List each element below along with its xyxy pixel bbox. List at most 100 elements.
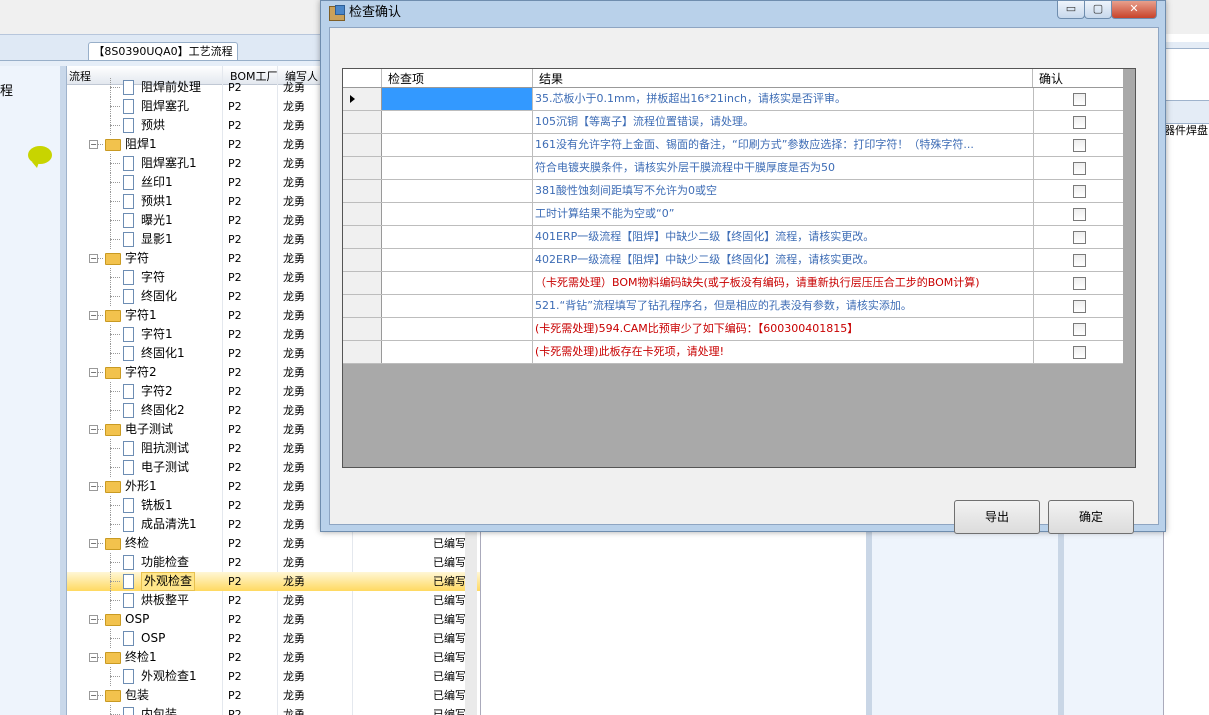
tree-row[interactable]: 外观检查 P2 龙勇 已编写 (67, 572, 481, 591)
result-cell[interactable]: 工时计算结果不能为空或“0” (533, 203, 1034, 225)
result-cell[interactable]: （卡死需处理）BOM物料编码缺失(或子板没有编码，请重新执行层压压合工步的BOM… (533, 272, 1034, 294)
row-header[interactable] (343, 134, 382, 156)
folder-icon (105, 367, 121, 379)
tree-row[interactable]: 功能检查 P2 龙勇 已编写 (67, 553, 481, 572)
result-cell[interactable]: 105沉铜【等离子】流程位置错误，请处理。 (533, 111, 1034, 133)
document-icon (123, 270, 134, 285)
check-item-cell[interactable] (382, 157, 533, 179)
result-cell[interactable]: 521.“背钻”流程填写了钻孔程序名，但是相应的孔表没有参数，请核实添加。 (533, 295, 1034, 317)
export-button[interactable]: 导出 (954, 500, 1040, 534)
confirm-checkbox[interactable] (1073, 93, 1086, 106)
result-cell[interactable]: 402ERP一级流程【阻焊】中缺少二级【终固化】流程，请核实更改。 (533, 249, 1034, 271)
check-item-cell[interactable] (382, 249, 533, 271)
column-confirm[interactable]: 确认 (1039, 70, 1063, 87)
row-header[interactable] (343, 180, 382, 202)
confirm-checkbox[interactable] (1073, 254, 1086, 267)
tree-scrollbar[interactable] (465, 530, 477, 715)
row-header[interactable] (343, 157, 382, 179)
document-icon (123, 707, 134, 715)
row-header[interactable] (343, 111, 382, 133)
check-item-cell[interactable] (382, 341, 533, 363)
check-result-row[interactable]: 401ERP一级流程【阻焊】中缺少二级【终固化】流程，请核实更改。 (343, 226, 1123, 249)
row-header[interactable] (343, 226, 382, 248)
tree-row[interactable]: OSP P2 龙勇 已编写 (67, 629, 481, 648)
check-item-cell[interactable] (382, 180, 533, 202)
collapse-toggle-icon[interactable]: − (89, 425, 98, 434)
confirm-checkbox[interactable] (1073, 116, 1086, 129)
check-result-row[interactable]: 符合电镀夹膜条件，请核实外层干膜流程中干膜厚度是否为50 (343, 157, 1123, 180)
tree-row[interactable]: 烘板整平 P2 龙勇 已编写 (67, 591, 481, 610)
tree-item-label: 电子测试 (141, 460, 190, 474)
tree-row[interactable]: − 包装 P2 龙勇 已编写 (67, 686, 481, 705)
result-cell[interactable]: (卡死需处理)594.CAM比预审少了如下编码：【600300401815】 (533, 318, 1034, 340)
column-check-item[interactable]: 检查项 (388, 70, 424, 87)
check-result-row[interactable]: (卡死需处理)594.CAM比预审少了如下编码：【600300401815】 (343, 318, 1123, 341)
row-header[interactable] (343, 249, 382, 271)
row-header[interactable] (343, 203, 382, 225)
document-icon (123, 403, 134, 418)
ok-button[interactable]: 确定 (1048, 500, 1134, 534)
row-header[interactable] (343, 295, 382, 317)
confirm-checkbox[interactable] (1073, 139, 1086, 152)
chat-bubble-icon[interactable] (28, 146, 52, 168)
maximize-button[interactable]: ▢ (1084, 1, 1112, 19)
confirm-checkbox[interactable] (1073, 231, 1086, 244)
tree-row[interactable]: 外观检查1 P2 龙勇 已编写 (67, 667, 481, 686)
collapse-toggle-icon[interactable]: − (89, 368, 98, 377)
result-cell[interactable]: 401ERP一级流程【阻焊】中缺少二级【终固化】流程，请核实更改。 (533, 226, 1034, 248)
collapse-toggle-icon[interactable]: − (89, 140, 98, 149)
result-cell[interactable]: 35.芯板小于0.1mm，拼板超出16*21inch，请核实是否评审。 (533, 88, 1034, 110)
check-item-cell[interactable] (382, 88, 533, 110)
row-header[interactable] (343, 318, 382, 340)
confirm-checkbox[interactable] (1073, 185, 1086, 198)
folder-icon (105, 690, 121, 702)
check-item-cell[interactable] (382, 272, 533, 294)
check-item-cell[interactable] (382, 111, 533, 133)
tree-row[interactable]: − 终检 P2 龙勇 已编写 (67, 534, 481, 553)
close-button[interactable]: ✕ (1111, 1, 1157, 19)
tree-row[interactable]: − 终检1 P2 龙勇 已编写 (67, 648, 481, 667)
collapse-toggle-icon[interactable]: − (89, 254, 98, 263)
result-cell[interactable]: 381酸性蚀刻间距填写不允许为0或空 (533, 180, 1034, 202)
row-header[interactable] (343, 88, 382, 110)
collapse-toggle-icon[interactable]: − (89, 691, 98, 700)
minimize-button[interactable]: ▭ (1057, 1, 1085, 19)
tree-row[interactable]: 内包装 P2 龙勇 已编写 (67, 705, 481, 715)
check-item-cell[interactable] (382, 203, 533, 225)
confirm-checkbox[interactable] (1073, 323, 1086, 336)
tree-item-bom: P2 (228, 119, 242, 132)
result-cell[interactable]: 符合电镀夹膜条件，请核实外层干膜流程中干膜厚度是否为50 (533, 157, 1034, 179)
check-result-row[interactable]: (卡死需处理)此板存在卡死项，请处理! (343, 341, 1123, 364)
check-result-row[interactable]: 105沉铜【等离子】流程位置错误，请处理。 (343, 111, 1123, 134)
check-result-row[interactable]: （卡死需处理）BOM物料编码缺失(或子板没有编码，请重新执行层压压合工步的BOM… (343, 272, 1123, 295)
process-tab[interactable]: 【8S0390UQA0】工艺流程 (88, 42, 238, 61)
confirm-checkbox[interactable] (1073, 300, 1086, 313)
check-item-cell[interactable] (382, 134, 533, 156)
collapse-toggle-icon[interactable]: − (89, 615, 98, 624)
check-result-row[interactable]: 381酸性蚀刻间距填写不允许为0或空 (343, 180, 1123, 203)
check-item-cell[interactable] (382, 295, 533, 317)
confirm-checkbox[interactable] (1073, 346, 1086, 359)
result-cell[interactable]: (卡死需处理)此板存在卡死项，请处理! (533, 341, 1034, 363)
check-item-cell[interactable] (382, 318, 533, 340)
confirm-checkbox[interactable] (1073, 208, 1086, 221)
confirm-checkbox[interactable] (1073, 277, 1086, 290)
confirm-checkbox[interactable] (1073, 162, 1086, 175)
check-item-cell[interactable] (382, 226, 533, 248)
row-header[interactable] (343, 341, 382, 363)
collapse-toggle-icon[interactable]: − (89, 482, 98, 491)
tree-row[interactable]: − OSP P2 龙勇 已编写 (67, 610, 481, 629)
result-cell[interactable]: 161没有允许字符上金面、锡面的备注，“印刷方式”参数应选择：打印字符！（特殊字… (533, 134, 1034, 156)
check-result-row[interactable]: 161没有允许字符上金面、锡面的备注，“印刷方式”参数应选择：打印字符！（特殊字… (343, 134, 1123, 157)
row-header[interactable] (343, 272, 382, 294)
column-result[interactable]: 结果 (539, 70, 563, 87)
check-result-row[interactable]: 402ERP一级流程【阻焊】中缺少二级【终固化】流程，请核实更改。 (343, 249, 1123, 272)
tree-item-label: OSP (141, 631, 166, 645)
collapse-toggle-icon[interactable]: − (89, 539, 98, 548)
collapse-toggle-icon[interactable]: − (89, 653, 98, 662)
check-result-row[interactable]: 521.“背钻”流程填写了钻孔程序名，但是相应的孔表没有参数，请核实添加。 (343, 295, 1123, 318)
collapse-toggle-icon[interactable]: − (89, 311, 98, 320)
check-result-row[interactable]: 工时计算结果不能为空或“0” (343, 203, 1123, 226)
tree-item-status: 已编写 (433, 613, 466, 626)
check-result-row[interactable]: 35.芯板小于0.1mm，拼板超出16*21inch，请核实是否评审。 (343, 88, 1123, 111)
